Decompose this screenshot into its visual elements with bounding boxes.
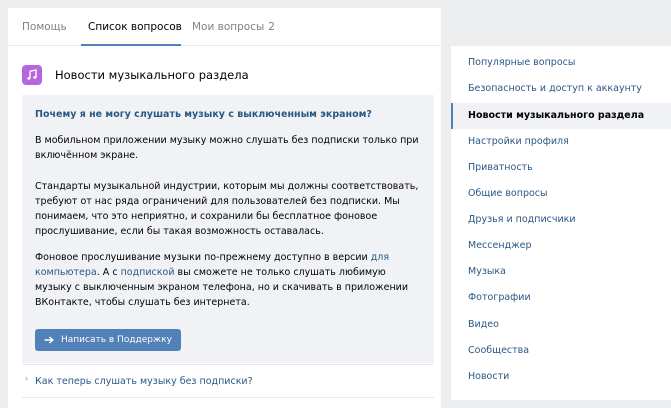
answer-paragraph: Фоновое прослушивание музыки по-прежнему…: [35, 250, 425, 310]
contact-support-button[interactable]: Написать в Поддержку: [35, 329, 181, 351]
section-header: Новости музыкального раздела: [22, 64, 249, 86]
subscription-link[interactable]: подпиской: [121, 267, 175, 278]
paragraph-text: . А с: [96, 267, 121, 278]
active-tab-indicator: [81, 44, 181, 46]
sidebar-item-label: Сообщества: [468, 345, 530, 356]
sidebar-item-security[interactable]: Безопасность и доступ к аккаунту: [451, 76, 671, 102]
paragraph-text: Фоновое прослушивание музыки по-прежнему…: [35, 252, 371, 263]
sidebar-item-label: Друзья и подписчики: [468, 214, 576, 225]
section-title: Новости музыкального раздела: [55, 68, 249, 82]
answer-paragraph: Стандарты музыкальной индустрии, которым…: [35, 181, 419, 237]
music-note-icon: [22, 65, 42, 85]
sidebar-item-messenger[interactable]: Мессенджер: [451, 233, 671, 259]
sidebar-item-label: Безопасность и доступ к аккаунту: [468, 83, 642, 94]
tab-question-list[interactable]: Список вопросов: [88, 21, 182, 33]
sidebar-item-label: Общие вопросы: [468, 188, 548, 199]
sidebar-item-label: Музыка: [468, 266, 506, 277]
sidebar-item-label: Популярные вопросы: [468, 57, 576, 68]
sidebar-item-label: Мессенджер: [468, 240, 532, 251]
arrow-right-icon: [44, 336, 54, 344]
tab-label: Помощь: [22, 21, 67, 33]
sidebar-item-privacy[interactable]: Приватность: [451, 155, 671, 181]
sidebar-item-label: Фотографии: [468, 292, 531, 303]
chevron-right-icon: ›: [25, 374, 29, 383]
sidebar-item-label: Настройки профиля: [468, 136, 569, 147]
sidebar-item-music-news[interactable]: Новости музыкального раздела: [451, 103, 671, 129]
tab-my-questions[interactable]: Мои вопросы 2: [192, 21, 275, 33]
sidebar-item-news[interactable]: Новости: [451, 364, 671, 390]
answer-paragraph: В мобильном приложении музыку можно слуш…: [35, 135, 419, 161]
tab-count: 2: [268, 21, 275, 33]
question-list-item[interactable]: › Как теперь слушать музыку без подписки…: [22, 364, 434, 398]
tab-label: Мои вопросы: [192, 21, 265, 33]
tabs-bar: Помощь Список вопросов Мои вопросы 2: [8, 8, 441, 46]
sidebar-item-friends[interactable]: Друзья и подписчики: [451, 207, 671, 233]
question-title[interactable]: Почему я не могу слушать музыку с выключ…: [35, 109, 372, 120]
sidebar-item-popular[interactable]: Популярные вопросы: [451, 50, 671, 76]
sidebar-item-general[interactable]: Общие вопросы: [451, 181, 671, 207]
tab-help[interactable]: Помощь: [22, 21, 67, 33]
button-label: Написать в Поддержку: [61, 335, 172, 345]
question-card: Почему я не могу слушать музыку с выключ…: [22, 95, 434, 363]
question-link: Как теперь слушать музыку без подписки?: [35, 376, 253, 387]
sidebar-item-label: Видео: [468, 319, 499, 330]
sidebar-item-music[interactable]: Музыка: [451, 259, 671, 285]
tab-label: Список вопросов: [88, 21, 182, 33]
sidebar-item-label: Новости музыкального раздела: [468, 110, 645, 121]
sidebar-item-video[interactable]: Видео: [451, 312, 671, 338]
sidebar-item-photos[interactable]: Фотографии: [451, 285, 671, 311]
sidebar-item-label: Новости: [468, 371, 510, 382]
sidebar-item-communities[interactable]: Сообщества: [451, 338, 671, 364]
sidebar: Популярные вопросы Безопасность и доступ…: [451, 46, 671, 400]
main-panel: Помощь Список вопросов Мои вопросы 2 Ново…: [8, 8, 441, 408]
sidebar-item-profile-settings[interactable]: Настройки профиля: [451, 129, 671, 155]
sidebar-item-label: Приватность: [468, 162, 533, 173]
